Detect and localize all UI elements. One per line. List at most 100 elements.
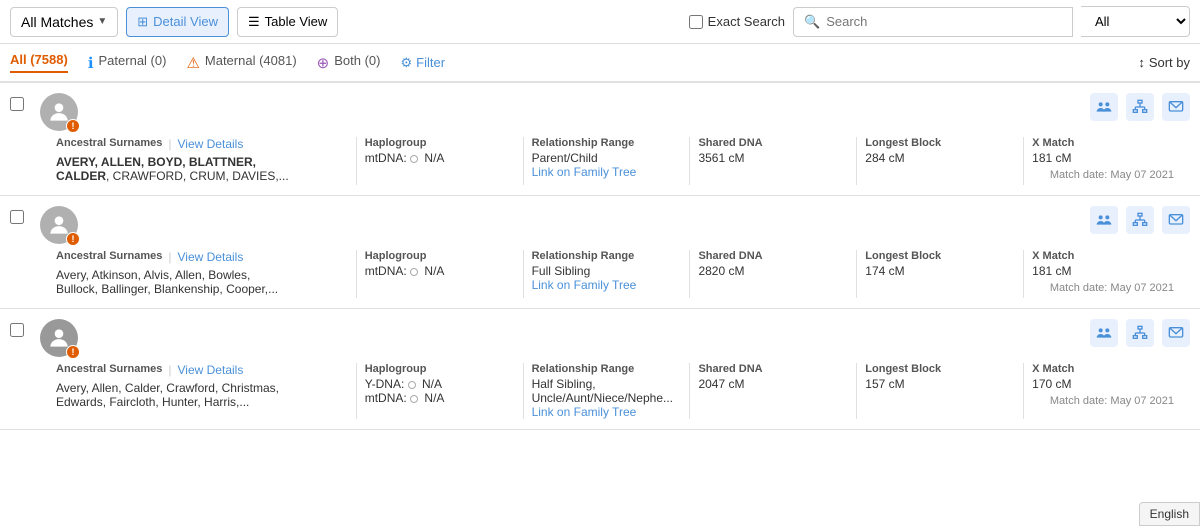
chevron-down-icon: ▼ (97, 16, 107, 27)
longest-block-label-3: Longest Block (865, 363, 1007, 375)
row-actions-2 (1090, 206, 1190, 234)
x-match-col-3: X Match 170 cM Match date: May 07 2021 (1024, 363, 1190, 419)
paternal-icon: ℹ (88, 54, 94, 72)
shared-dna-value-3: 2047 cM (698, 377, 840, 391)
view-details-link-3[interactable]: View Details (178, 363, 244, 377)
ancestral-surnames-label-2: Ancestral Surnames (56, 250, 162, 262)
shared-dna-col-1: Shared DNA 3561 cM (690, 137, 857, 185)
exact-search-checkbox[interactable] (689, 15, 703, 29)
detail-view-label: Detail View (153, 14, 218, 29)
relationship-col-2: Relationship Range Full Sibling Link on … (524, 250, 691, 298)
haplogroup-col-3: Haplogroup Y-DNA: N/A mtDNA: N/A (357, 363, 524, 419)
table-view-icon: ☰ (248, 14, 260, 30)
exact-search-text: Exact Search (708, 14, 785, 29)
compare-icon-1[interactable] (1090, 93, 1118, 121)
longest-block-value-2: 174 cM (865, 264, 1007, 278)
shared-dna-col-2: Shared DNA 2820 cM (690, 250, 857, 298)
relationship-value-2: Full Sibling (532, 264, 674, 278)
all-matches-button[interactable]: All Matches ▼ (10, 7, 118, 37)
match-row-3: ! Ancestral Surnames | View Details Aver… (0, 309, 1200, 430)
surnames-3: Avery, Allen, Calder, Crawford, Christma… (56, 381, 340, 409)
filter-tab-both[interactable]: Both (0) (334, 53, 380, 72)
filter-tab-both-wrap: ⊕ Both (0) (317, 53, 381, 72)
shared-dna-value-1: 3561 cM (698, 151, 840, 165)
filter-tab-paternal-wrap: ℹ Paternal (0) (88, 53, 167, 72)
tree-icon-1[interactable] (1126, 93, 1154, 121)
x-match-value-1: 181 cM (1032, 151, 1174, 165)
filter-all-label: All (7588) (10, 52, 68, 67)
exact-search-label[interactable]: Exact Search (689, 14, 785, 29)
haplogroup-value-1: mtDNA: N/A (365, 151, 507, 165)
avatar-2: ! (40, 206, 78, 244)
detail-view-button[interactable]: ⊞ Detail View (126, 7, 229, 37)
surnames-col-2: Ancestral Surnames | View Details Avery,… (56, 250, 357, 298)
search-box: 🔍 (793, 7, 1073, 37)
filter-bar: All (7588) ℹ Paternal (0) ⚠ Maternal (40… (0, 44, 1200, 83)
longest-block-value-1: 284 cM (865, 151, 1007, 165)
view-details-link-1[interactable]: View Details (178, 137, 244, 151)
shared-dna-col-3: Shared DNA 2047 cM (690, 363, 857, 419)
family-tree-link-2[interactable]: Link on Family Tree (532, 278, 637, 292)
match-date-1: Match date: May 07 2021 (1032, 169, 1174, 181)
longest-block-label-1: Longest Block (865, 137, 1007, 149)
filter-both-label: Both (0) (334, 53, 380, 68)
relationship-label-1: Relationship Range (532, 137, 674, 149)
filter-paternal-label: Paternal (0) (99, 53, 167, 68)
search-icon: 🔍 (804, 14, 820, 30)
message-icon-3[interactable] (1162, 319, 1190, 347)
x-match-value-2: 181 cM (1032, 264, 1174, 278)
language-badge: English (1139, 502, 1200, 526)
relationship-value-1: Parent/Child (532, 151, 674, 165)
tree-icon-2[interactable] (1126, 206, 1154, 234)
row-actions-1 (1090, 93, 1190, 121)
x-match-label-1: X Match (1032, 137, 1174, 149)
x-match-value-3: 170 cM (1032, 377, 1174, 391)
filter-tab-all[interactable]: All (7588) (10, 52, 68, 73)
match-row-2: ! Ancestral Surnames | View Details Aver… (0, 196, 1200, 309)
language-label: English (1150, 507, 1189, 521)
compare-icon-3[interactable] (1090, 319, 1118, 347)
haplogroup-col-2: Haplogroup mtDNA: N/A (357, 250, 524, 298)
x-match-col-1: X Match 181 cM Match date: May 07 2021 (1024, 137, 1190, 185)
family-tree-link-3[interactable]: Link on Family Tree (532, 405, 637, 419)
table-view-button[interactable]: ☰ Table View (237, 7, 338, 37)
alert-badge-1: ! (66, 119, 80, 133)
tree-icon-3[interactable] (1126, 319, 1154, 347)
x-match-label-2: X Match (1032, 250, 1174, 262)
sort-icon: ↕ (1138, 55, 1145, 70)
shared-dna-label-3: Shared DNA (698, 363, 840, 375)
compare-icon-2[interactable] (1090, 206, 1118, 234)
match-date-2: Match date: May 07 2021 (1032, 282, 1174, 294)
message-icon-2[interactable] (1162, 206, 1190, 234)
match-row-2-checkbox[interactable] (10, 210, 24, 224)
ancestral-surnames-label-3: Ancestral Surnames (56, 363, 162, 375)
message-icon-1[interactable] (1162, 93, 1190, 121)
ancestral-surnames-label-1: Ancestral Surnames (56, 137, 162, 149)
relationship-label-2: Relationship Range (532, 250, 674, 262)
surnames-col-3: Ancestral Surnames | View Details Avery,… (56, 363, 357, 419)
match-row-1-checkbox[interactable] (10, 97, 24, 111)
shared-dna-label-2: Shared DNA (698, 250, 840, 262)
filter-tab-maternal[interactable]: Maternal (4081) (205, 53, 297, 72)
haplogroup-value-2: mtDNA: N/A (365, 264, 507, 278)
haplogroup-label-2: Haplogroup (365, 250, 507, 262)
search-select[interactable]: All Name Haplogroup (1081, 6, 1190, 37)
match-data-1: Ancestral Surnames | View Details AVERY,… (10, 137, 1190, 185)
family-tree-link-1[interactable]: Link on Family Tree (532, 165, 637, 179)
haplogroup-col-1: Haplogroup mtDNA: N/A (357, 137, 524, 185)
view-details-link-2[interactable]: View Details (178, 250, 244, 264)
both-icon: ⊕ (317, 54, 330, 72)
surnames-2: Avery, Atkinson, Alvis, Allen, Bowles,Bu… (56, 268, 340, 296)
sort-button[interactable]: ↕ Sort by (1138, 55, 1190, 70)
relationship-label-3: Relationship Range (532, 363, 674, 375)
filter-button[interactable]: ⚙ Filter (401, 55, 446, 71)
surnames-1: AVERY, ALLEN, BOYD, BLATTNER,CALDER, CRA… (56, 155, 340, 183)
search-input[interactable] (826, 14, 1062, 29)
avatar-3: ! (40, 319, 78, 357)
match-row-3-checkbox[interactable] (10, 323, 24, 337)
filter-tab-paternal[interactable]: Paternal (0) (99, 53, 167, 72)
filter-maternal-label: Maternal (4081) (205, 53, 297, 68)
haplogroup-value-3b: mtDNA: N/A (365, 391, 507, 405)
shared-dna-label-1: Shared DNA (698, 137, 840, 149)
row-actions-3 (1090, 319, 1190, 347)
